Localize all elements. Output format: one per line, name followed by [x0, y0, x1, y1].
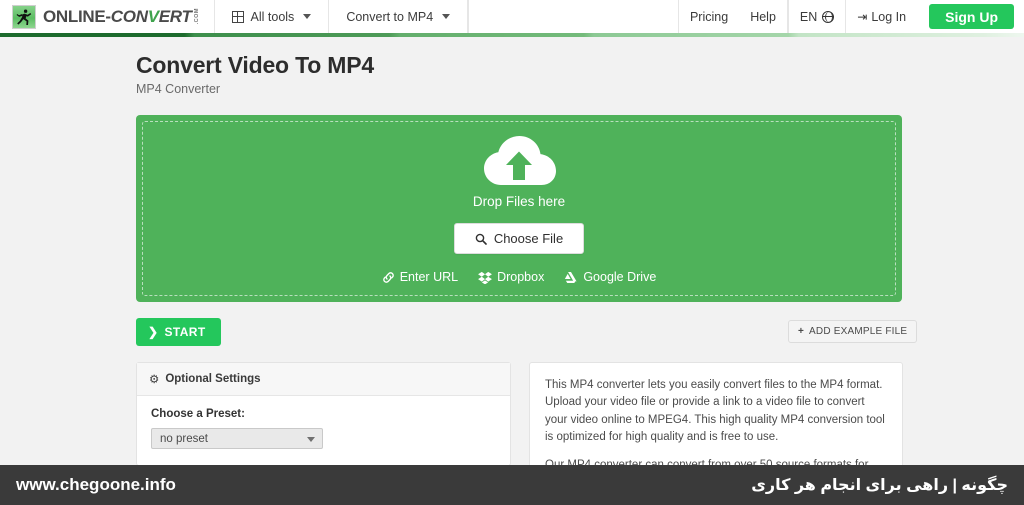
- chevron-down-icon: [303, 14, 312, 19]
- dropzone-content: Drop Files here Choose File Enter URL Dr…: [382, 133, 656, 284]
- preset-select[interactable]: no preset: [151, 428, 323, 449]
- language-label: EN: [799, 9, 818, 24]
- plus-icon: +: [798, 326, 805, 337]
- dropzone-source-links: Enter URL Dropbox Google Drive: [382, 270, 656, 284]
- login-button[interactable]: ⇥ Log In: [846, 0, 917, 33]
- site-header: ONLINE- CON V ERT .COM All tools Convert to…: [0, 0, 1024, 33]
- login-label: Log In: [871, 9, 907, 24]
- nav-convert-label: Convert to MP4: [346, 9, 434, 24]
- site-logo[interactable]: ONLINE- CON V ERT .COM: [0, 0, 214, 33]
- language-selector[interactable]: EN: [787, 0, 847, 33]
- optional-settings-title: Optional Settings: [165, 373, 261, 385]
- runner-logo-icon: [12, 4, 36, 29]
- link-help[interactable]: Help: [739, 0, 787, 33]
- nav-convert-to-mp4[interactable]: Convert to MP4: [328, 0, 469, 33]
- logo-text-con: CON: [110, 6, 148, 26]
- enter-url-link[interactable]: Enter URL: [382, 270, 458, 284]
- footer-site-url: www.chegoone.info: [16, 475, 176, 494]
- page-root: ONLINE- CON V ERT .COM All tools Convert to…: [0, 0, 1024, 505]
- logo-text-online: ONLINE-: [43, 6, 111, 26]
- logo-tld: .COM: [193, 8, 200, 25]
- start-button[interactable]: ❯ START: [136, 318, 221, 346]
- header-right-group: Pricing Help EN ⇥ Log In Sign Up: [677, 0, 1024, 33]
- dropbox-link[interactable]: Dropbox: [478, 270, 544, 284]
- dropbox-label: Dropbox: [497, 270, 545, 284]
- choose-file-button[interactable]: Choose File: [453, 223, 585, 254]
- header-links-group: Pricing Help: [677, 0, 788, 33]
- google-drive-icon: [565, 271, 577, 283]
- add-example-file-label: ADD EXAMPLE FILE: [809, 326, 908, 337]
- globe-icon: [822, 10, 835, 23]
- link-pricing[interactable]: Pricing: [679, 0, 739, 33]
- footer-tagline: چگونه | راهی برای انجام هر کاری: [751, 477, 1008, 494]
- login-arrow-icon: ⇥: [857, 9, 868, 24]
- description-paragraph-1: This MP4 converter lets you easily conve…: [545, 379, 885, 443]
- dropzone-label: Drop Files here: [472, 194, 566, 209]
- gear-icon: ⚙: [149, 374, 160, 386]
- optional-settings-header[interactable]: ⚙ Optional Settings: [137, 363, 510, 396]
- dropbox-icon: [478, 271, 493, 284]
- signup-button[interactable]: Sign Up: [929, 4, 1014, 29]
- page-subtitle: MP4 Converter: [136, 82, 221, 96]
- grid-icon: [231, 10, 244, 23]
- watermark-footer-bar: www.chegoone.info چگونه | راهی برای انجا…: [0, 465, 1024, 505]
- logo-text-ert: ERT: [158, 6, 192, 26]
- nav-all-tools[interactable]: All tools: [213, 0, 329, 33]
- language-selector-inner[interactable]: EN: [789, 0, 845, 33]
- main-content: Convert Video To MP4 MP4 Converter Drop …: [0, 37, 1024, 505]
- logo-wordmark: ONLINE- CON V ERT .COM: [43, 7, 200, 27]
- google-drive-label: Google Drive: [583, 270, 657, 284]
- enter-url-label: Enter URL: [399, 270, 459, 284]
- chevron-down-icon: [442, 14, 451, 19]
- logo-text-v: V: [147, 6, 159, 26]
- header-spacer: [468, 0, 678, 33]
- chevron-down-icon: [307, 436, 315, 442]
- page-title: Convert Video To MP4: [136, 52, 374, 78]
- nav-all-tools-label: All tools: [250, 9, 295, 24]
- choose-file-label: Choose File: [493, 231, 564, 246]
- optional-settings-body: Choose a Preset: no preset: [137, 396, 510, 465]
- search-icon: [475, 233, 487, 245]
- google-drive-link[interactable]: Google Drive: [564, 270, 656, 284]
- link-icon: [382, 271, 394, 283]
- cloud-upload-icon: [484, 136, 556, 185]
- optional-settings-panel: ⚙ Optional Settings Choose a Preset: no …: [136, 362, 511, 466]
- preset-select-value: no preset: [160, 432, 208, 445]
- link-pricing-label: Pricing: [689, 9, 729, 24]
- file-dropzone[interactable]: Drop Files here Choose File Enter URL Dr…: [136, 115, 902, 302]
- start-button-label: START: [164, 325, 206, 339]
- add-example-file-button[interactable]: + ADD EXAMPLE FILE: [788, 320, 918, 343]
- link-help-label: Help: [750, 9, 776, 24]
- preset-label: Choose a Preset:: [151, 408, 245, 420]
- chevron-right-icon: ❯: [148, 325, 159, 339]
